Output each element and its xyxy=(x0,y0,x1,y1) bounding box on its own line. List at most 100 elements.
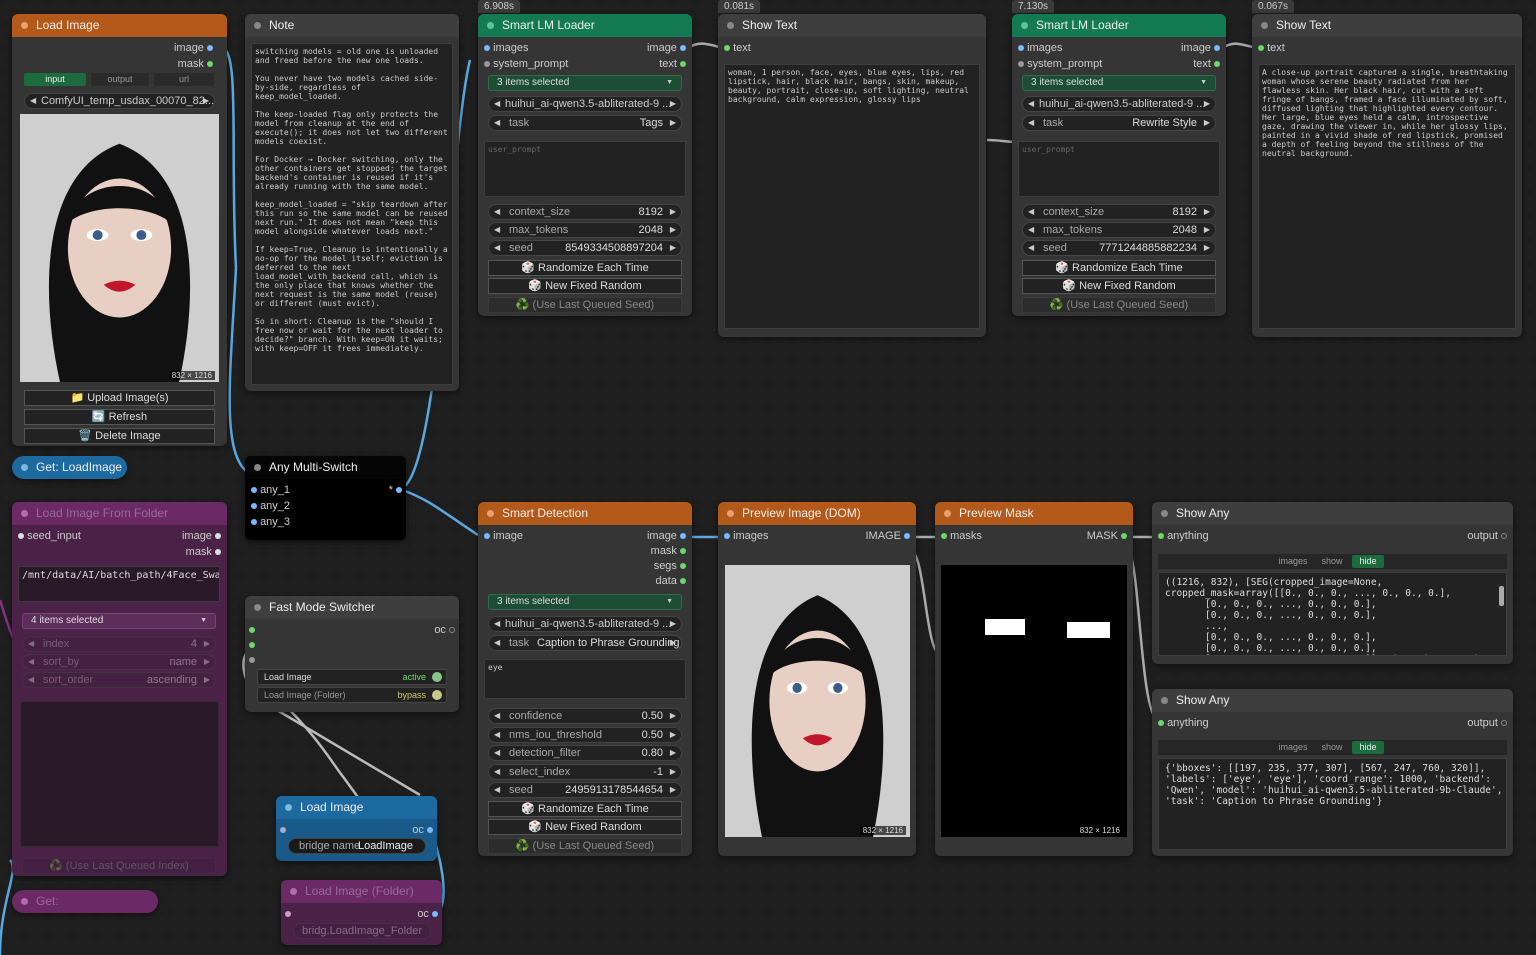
node-title[interactable]: Load Image xyxy=(12,14,227,37)
socket-icon[interactable] xyxy=(484,45,490,52)
show-any-node[interactable]: Show Any anything output images show hid… xyxy=(1152,689,1513,856)
socket-icon[interactable] xyxy=(1501,720,1507,727)
socket-icon[interactable] xyxy=(285,911,291,918)
output[interactable]: output xyxy=(1467,716,1507,731)
output-data[interactable]: data xyxy=(656,574,686,589)
new-fixed-random-button[interactable]: 🎲 New Fixed Random xyxy=(488,819,682,835)
model-select[interactable]: huihui_ai-qwen3.5-abliterated-9 ... xyxy=(488,96,682,112)
tab-images[interactable]: images xyxy=(1272,555,1314,568)
tab-show[interactable]: show xyxy=(1314,741,1350,754)
use-last-index-button[interactable]: ♻️ (Use Last Queued Index) xyxy=(22,858,216,874)
input-system-prompt[interactable]: system_prompt xyxy=(1018,57,1102,72)
model-select[interactable]: huihui_ai-qwen3.5-abliterated-9 ... xyxy=(1022,96,1216,112)
node-title[interactable]: Preview Mask xyxy=(935,502,1133,525)
get-loadimage-folder-node[interactable]: Get: LoadImage_Folde xyxy=(12,890,158,913)
socket-icon[interactable] xyxy=(724,45,730,52)
socket-icon[interactable] xyxy=(1158,720,1164,727)
socket-icon[interactable] xyxy=(484,533,490,540)
socket-icon[interactable] xyxy=(215,533,221,540)
socket-icon[interactable] xyxy=(251,487,257,494)
node-title[interactable]: Smart LM Loader xyxy=(1012,14,1226,37)
get-loadimage-node[interactable]: Get: LoadImage xyxy=(12,456,127,479)
socket-icon[interactable] xyxy=(251,519,257,526)
socket-icon[interactable] xyxy=(249,627,255,634)
tab-output[interactable]: output xyxy=(91,73,149,86)
note-node[interactable]: Note switching models = old one is unloa… xyxy=(245,14,459,391)
socket-icon[interactable] xyxy=(1121,533,1127,540)
output-mask[interactable]: mask xyxy=(651,544,686,559)
socket-icon[interactable] xyxy=(215,549,221,556)
new-fixed-random-button[interactable]: 🎲 New Fixed Random xyxy=(1022,278,1216,294)
prompt-input[interactable]: eye xyxy=(484,659,686,699)
context-size-widget[interactable]: context_size8192 xyxy=(488,204,682,220)
refresh-button[interactable]: 🔄 Refresh xyxy=(24,409,215,425)
output-oc[interactable]: oc xyxy=(412,823,433,838)
output-image[interactable]: image xyxy=(647,529,686,544)
seed-widget[interactable]: seed8549334508897204 xyxy=(488,240,682,256)
max-tokens-widget[interactable]: max_tokens2048 xyxy=(1022,222,1216,238)
socket-icon[interactable] xyxy=(680,563,686,570)
socket-icon[interactable] xyxy=(207,61,213,68)
show-text-node[interactable]: Show Text text woman, 1 person, face, ey… xyxy=(718,14,986,337)
output-image[interactable]: image xyxy=(174,41,213,56)
socket-icon[interactable] xyxy=(249,642,255,649)
node-title[interactable]: Get: LoadImage_Folde xyxy=(12,890,158,913)
socket-icon[interactable] xyxy=(680,533,686,540)
items-selected-dropdown[interactable]: 3 items selected xyxy=(1022,75,1216,91)
socket-icon[interactable] xyxy=(1214,45,1220,52)
output[interactable]: output xyxy=(1467,529,1507,544)
input[interactable] xyxy=(285,907,291,922)
randomize-button[interactable]: 🎲 Randomize Each Time xyxy=(488,801,682,817)
socket-icon[interactable] xyxy=(680,548,686,555)
input-any-2[interactable]: any_2 xyxy=(251,499,290,514)
socket-icon[interactable] xyxy=(1501,533,1507,540)
node-title[interactable]: Smart Detection xyxy=(478,502,692,525)
socket-icon[interactable] xyxy=(427,827,433,834)
items-selected-dropdown[interactable]: 4 items selected xyxy=(22,613,216,629)
node-title[interactable]: Show Text xyxy=(1252,14,1522,37)
items-selected-dropdown[interactable]: 3 items selected xyxy=(488,75,682,91)
index-widget[interactable]: index4 xyxy=(22,636,216,652)
node-title[interactable]: Smart LM Loader xyxy=(478,14,692,37)
smart-lm-loader-node[interactable]: Smart LM Loader images system_prompt ima… xyxy=(1012,14,1226,316)
smart-detection-node[interactable]: Smart Detection image image mask segs da… xyxy=(478,502,692,856)
output-mask[interactable]: mask xyxy=(186,545,221,560)
delete-button[interactable]: 🗑️ Delete Image xyxy=(24,428,215,444)
bridge-name-input[interactable]: bridg... LoadImage_Folder xyxy=(293,923,431,939)
input-any-1[interactable]: any_1 xyxy=(251,483,290,498)
use-last-seed-button[interactable]: ♻️ (Use Last Queued Seed) xyxy=(1022,297,1216,313)
input-anything[interactable]: anything xyxy=(1158,529,1209,544)
value-output[interactable]: {'bboxes': [[197, 235, 377, 307], [567, … xyxy=(1158,758,1507,850)
new-fixed-random-button[interactable]: 🎲 New Fixed Random xyxy=(488,278,682,294)
file-select[interactable]: ComfyUI_temp_usdax_00070_82... xyxy=(24,93,215,109)
node-title[interactable]: Get: LoadImage xyxy=(12,456,127,479)
use-last-seed-button[interactable]: ♻️ (Use Last Queued Seed) xyxy=(488,297,682,313)
load-image-folder-node[interactable]: Load Image From Folder seed_input image … xyxy=(12,502,227,876)
tab-hide[interactable]: hide xyxy=(1352,741,1384,754)
socket-icon[interactable] xyxy=(251,503,257,510)
user-prompt-input[interactable]: user_prompt xyxy=(1018,141,1220,197)
input-system-prompt[interactable]: system_prompt xyxy=(484,57,568,72)
use-last-seed-button[interactable]: ♻️ (Use Last Queued Seed) xyxy=(488,838,682,854)
output-image[interactable]: image xyxy=(182,529,221,544)
toggle-icon[interactable] xyxy=(432,672,442,682)
max-tokens-widget[interactable]: max_tokens2048 xyxy=(488,222,682,238)
node-title[interactable]: Load Image From Folder xyxy=(12,502,227,525)
socket-icon[interactable] xyxy=(1018,45,1024,52)
socket-icon[interactable] xyxy=(1018,61,1024,68)
show-any-node[interactable]: Show Any anything output images show hid… xyxy=(1152,502,1513,664)
tab-url[interactable]: url xyxy=(154,73,214,86)
output-text[interactable]: text xyxy=(1193,57,1220,72)
output-mask[interactable]: mask xyxy=(178,57,213,72)
sort-by-widget[interactable]: sort_byname xyxy=(22,654,216,670)
socket-icon[interactable] xyxy=(1214,61,1220,68)
socket-icon[interactable] xyxy=(941,533,947,540)
output-image[interactable]: image xyxy=(647,41,686,56)
socket-icon[interactable] xyxy=(449,627,455,634)
detection-filter-widget[interactable]: detection_filter0.80 xyxy=(488,745,682,761)
input-any-3[interactable]: any_3 xyxy=(251,515,290,530)
tab-hide[interactable]: hide xyxy=(1352,555,1384,568)
node-title[interactable]: Show Any xyxy=(1152,502,1513,525)
socket-icon[interactable] xyxy=(432,911,438,918)
tab-show[interactable]: show xyxy=(1314,555,1350,568)
